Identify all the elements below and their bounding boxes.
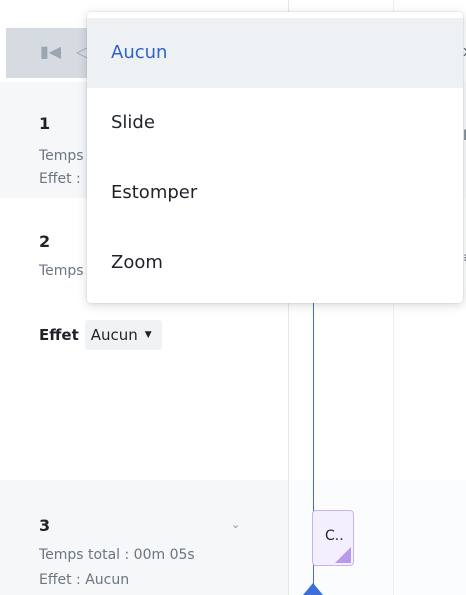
slide-number: 2 bbox=[39, 232, 51, 251]
menu-item-slide[interactable]: Slide bbox=[87, 88, 463, 158]
effect-setting: Effet Aucun ▼ bbox=[39, 320, 162, 350]
slide-duration: Temps total : 00m 05s bbox=[39, 547, 195, 563]
menu-item-zoom[interactable]: Zoom bbox=[87, 228, 463, 298]
effect-select[interactable]: Aucun ▼ bbox=[84, 320, 162, 350]
slide-duration: Temps bbox=[39, 263, 84, 279]
transition-effect-menu: Aucun Slide Estomper Zoom bbox=[87, 12, 463, 303]
slide-number: 3 bbox=[39, 516, 51, 535]
effect-label: Effet bbox=[39, 326, 79, 344]
slide-row-3[interactable]: 3 ⌄ Temps total : 00m 05s Effet : Aucun bbox=[0, 480, 288, 595]
chevron-down-icon[interactable]: ⌄ bbox=[231, 518, 240, 531]
skip-to-start-icon[interactable]: ▮◀ bbox=[40, 44, 61, 60]
menu-item-estomper[interactable]: Estomper bbox=[87, 158, 463, 228]
slide-effect: Effet : Aucun bbox=[39, 572, 130, 588]
slide-effect: Effet : bbox=[39, 171, 81, 187]
effect-select-value: Aucun bbox=[90, 326, 138, 344]
slide-number: 1 bbox=[39, 114, 51, 133]
caret-down-icon: ▼ bbox=[144, 330, 152, 340]
resize-corner-icon[interactable] bbox=[335, 547, 351, 563]
menu-item-aucun[interactable]: Aucun bbox=[87, 18, 463, 88]
slide-duration: Temps bbox=[39, 148, 84, 164]
clip-label: C.. bbox=[325, 528, 344, 544]
timeline-clip[interactable]: C.. bbox=[312, 510, 354, 566]
playhead-handle[interactable] bbox=[303, 583, 323, 595]
